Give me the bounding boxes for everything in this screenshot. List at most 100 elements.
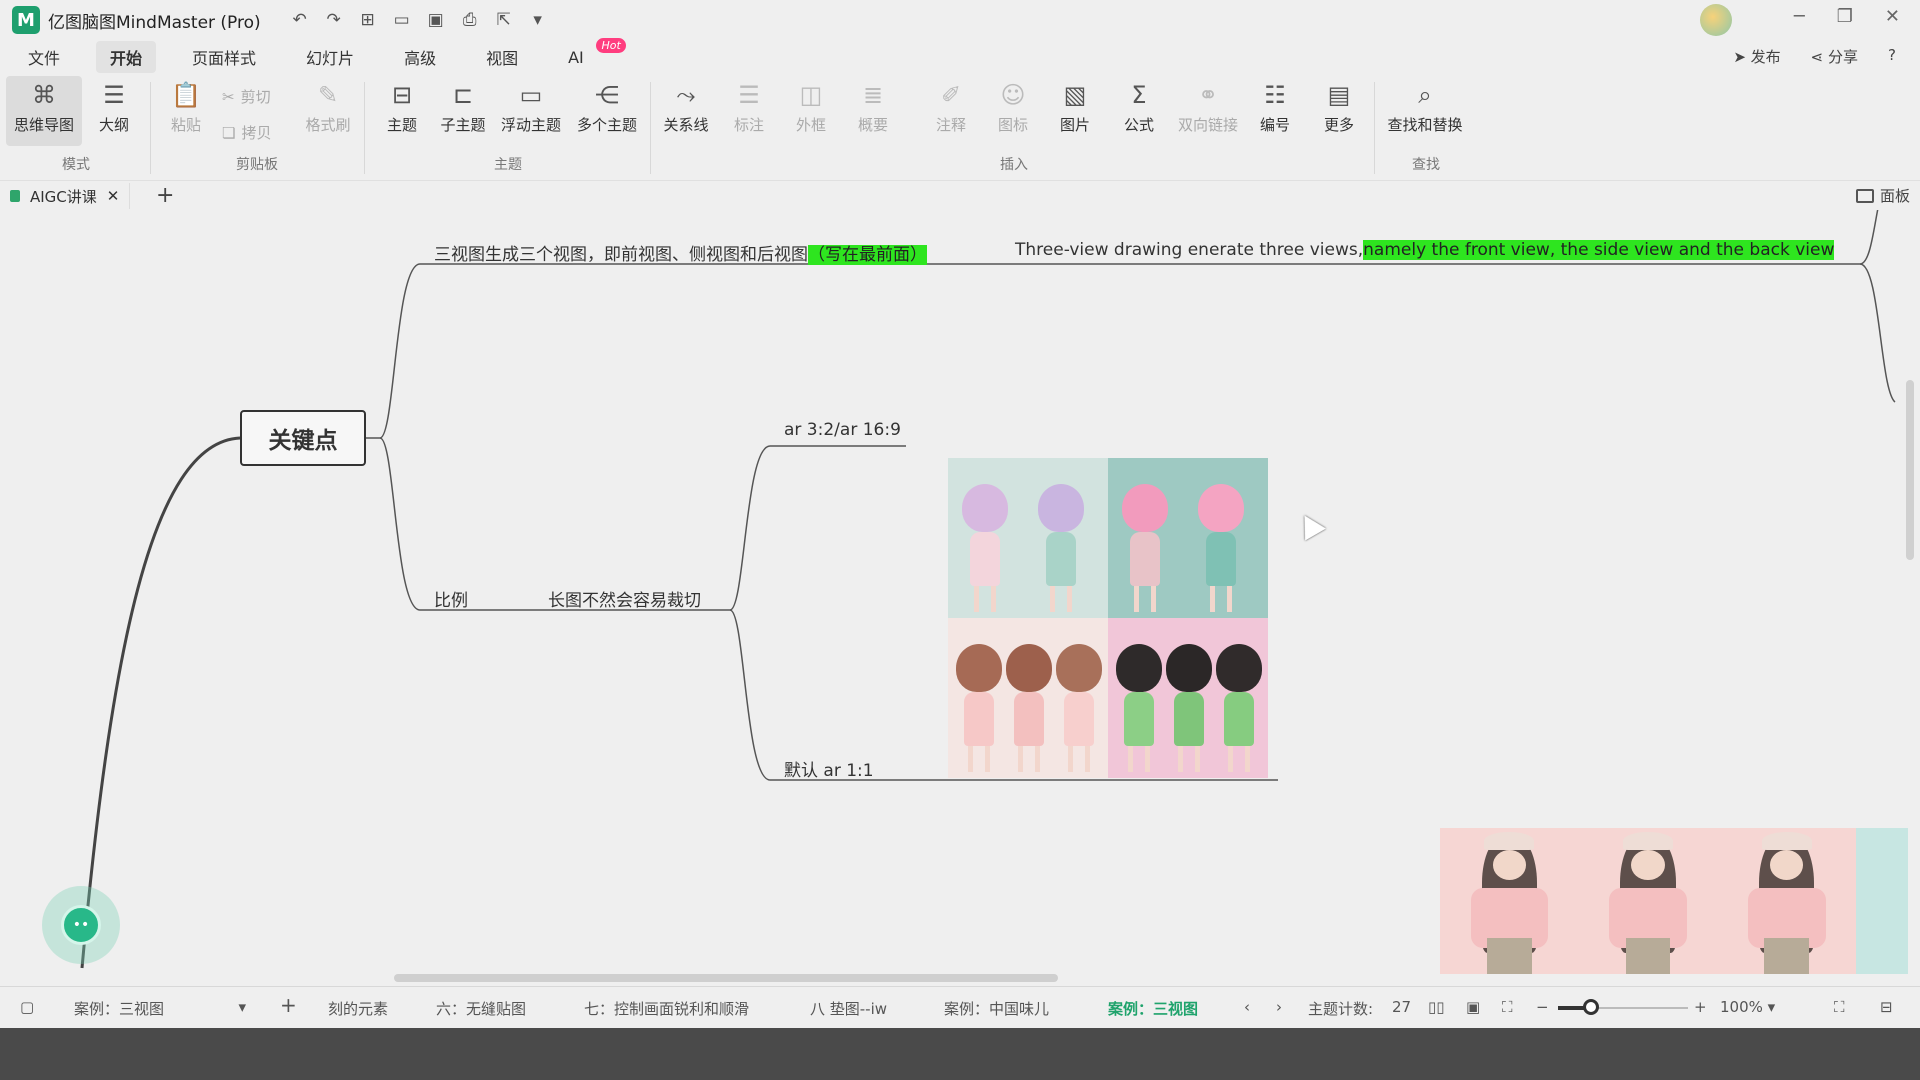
add-sheet-button[interactable]: + [280, 993, 297, 1017]
floating-topic-label: 浮动主题 [500, 116, 561, 134]
summary-button[interactable]: ≣ 概要 [852, 76, 894, 146]
group-label-clipboard: 剪贴板 [236, 157, 278, 173]
relation-button[interactable]: ⤳ 关系线 [660, 76, 712, 146]
floating-topic-button[interactable]: ▭ 浮动主题 [498, 76, 564, 146]
status-bar: ▢ 案例：三视图 ▾ + 刻的元素 六：无缝贴图 七：控制画面锐利和顺滑 八 垫… [0, 986, 1920, 1028]
menu-bar: 文件 开始 页面样式 幻灯片 高级 视图 AI Hot ➤ 发布 ⋖ 分享 ? [0, 37, 1920, 73]
redo-icon[interactable]: ↷ [323, 10, 345, 30]
sheet-tab[interactable]: 七：控制画面锐利和顺滑 [584, 998, 749, 1019]
callout-button[interactable]: ☰ 标注 [728, 76, 770, 146]
multi-topic-button[interactable]: ⋲ 多个主题 [574, 76, 640, 146]
numbering-button[interactable]: ☷ 编号 [1254, 76, 1296, 146]
copy-button[interactable]: ❏ 拷贝 [222, 122, 271, 143]
sheet-tab[interactable]: 八 垫图--iw [810, 998, 887, 1019]
quick-access-toolbar: ↶ ↷ ⊞ ▭ ▣ ⎙ ⇱ ▾ [289, 10, 549, 30]
mindmap-mode-button[interactable]: ⌘ 思维导图 [6, 76, 82, 146]
save-icon[interactable]: ▣ [425, 10, 447, 30]
close-icon[interactable]: ✕ [1885, 6, 1900, 27]
sheet-tab[interactable]: 案例：中国味儿 [944, 998, 1049, 1019]
cut-button[interactable]: ✂ 剪切 [222, 86, 271, 107]
minimize-icon[interactable]: ─ [1794, 6, 1805, 27]
chevron-down-icon: ▾ [238, 998, 246, 1016]
image-button[interactable]: ▧ 图片 [1054, 76, 1096, 146]
bilink-button[interactable]: ⚭ 双向链接 [1174, 76, 1242, 146]
collapse-icon[interactable]: ⊟ [1880, 998, 1893, 1016]
boundary-button[interactable]: ◫ 外框 [790, 76, 832, 146]
paste-button[interactable]: 📋 粘贴 [166, 76, 206, 146]
tab-advanced[interactable]: 高级 [390, 41, 450, 73]
tab-slides[interactable]: 幻灯片 [292, 41, 368, 73]
zoom-level[interactable]: 100% ▾ [1720, 998, 1775, 1016]
format-painter-button[interactable]: ✎ 格式刷 [300, 76, 356, 146]
tab-file[interactable]: 文件 [14, 41, 74, 73]
find-replace-label: 查找和替换 [1387, 116, 1463, 134]
topic-three-view-en[interactable]: Three-view drawing enerate three views,n… [1015, 240, 1835, 260]
note-button[interactable]: ✐ 注释 [930, 76, 972, 146]
horizontal-scrollbar[interactable] [394, 974, 1058, 982]
root-topic[interactable]: 关键点 [240, 410, 366, 466]
topic-ratio[interactable]: 比例 [434, 586, 468, 611]
fullscreen-icon[interactable]: ⛶ [1834, 998, 1845, 1016]
book-view-icon[interactable]: ▯▯ [1428, 998, 1445, 1016]
new-icon[interactable]: ⊞ [357, 10, 379, 30]
print-icon[interactable]: ⎙ [459, 10, 481, 30]
sheet-select[interactable]: 案例：三视图 ▾ [74, 998, 246, 1019]
bot-icon: •• [61, 905, 101, 945]
tab-home[interactable]: 开始 [96, 41, 157, 73]
page-view-icon[interactable]: ▣ [1466, 998, 1480, 1016]
help-icon[interactable]: ? [1888, 46, 1896, 67]
sheet-tab[interactable]: 刻的元素 [328, 998, 388, 1019]
link-icon: ⚭ [1197, 81, 1219, 109]
panel-icon [1855, 188, 1874, 203]
tab-page-style[interactable]: 页面样式 [178, 41, 270, 73]
preview-image-strip[interactable] [1440, 828, 1909, 974]
tab-view[interactable]: 视图 [472, 41, 532, 73]
share-button[interactable]: ⋖ 分享 [1811, 46, 1858, 67]
subtopic-button[interactable]: ⊏ 子主题 [436, 76, 490, 146]
undo-icon[interactable]: ↶ [289, 10, 311, 30]
user-avatar[interactable] [1700, 4, 1732, 36]
panel-toggle-button[interactable]: 面板 [1855, 185, 1910, 206]
topic-three-view[interactable]: 三视图生成三个视图，即前视图、侧视图和后视图（写在最前面） [434, 240, 927, 265]
boundary-label: 外框 [795, 116, 826, 134]
topic-button[interactable]: ⊟ 主题 [382, 76, 422, 146]
tab-ai[interactable]: AI Hot [554, 37, 626, 71]
zoom-in-icon[interactable]: + [1694, 998, 1707, 1016]
zoom-slider-knob[interactable] [1583, 999, 1599, 1015]
sidebar-toggle-icon[interactable]: ▢ [20, 998, 34, 1016]
document-tab[interactable]: AIGC讲课 ✕ [10, 183, 131, 209]
sheet-tab[interactable]: 六：无缝贴图 [436, 998, 526, 1019]
copy-icon: ❏ [222, 123, 236, 142]
add-tab-button[interactable]: + [156, 183, 174, 208]
zoom-out-icon[interactable]: − [1536, 998, 1549, 1016]
sheet-tab-active[interactable]: 案例：三视图 [1108, 998, 1198, 1019]
restore-icon[interactable]: ❐ [1837, 6, 1853, 27]
export-icon[interactable]: ⇱ [493, 10, 515, 30]
prev-sheet-icon[interactable]: ‹ [1244, 998, 1250, 1016]
ribbon-divider [650, 82, 651, 174]
close-tab-icon[interactable]: ✕ [107, 187, 120, 205]
more-icon[interactable]: ▾ [527, 10, 549, 30]
topic-default-ratio[interactable]: 默认 ar 1:1 [784, 756, 874, 781]
formula-button[interactable]: Σ 公式 [1118, 76, 1160, 146]
vertical-scrollbar[interactable] [1906, 380, 1914, 560]
find-replace-button[interactable]: ⌕ 查找和替换 [1384, 76, 1466, 146]
topic-aspect-ratio[interactable]: ar 3:2/ar 16:9 [784, 420, 901, 440]
icon-button[interactable]: ☺ 图标 [992, 76, 1034, 146]
fit-view-icon[interactable]: ⛶ [1502, 998, 1513, 1016]
topic-long-image[interactable]: 长图不然会容易裁切 [548, 586, 701, 611]
outline-icon: ☰ [103, 81, 125, 109]
more-button[interactable]: ▤ 更多 [1318, 76, 1360, 146]
multi-topic-label: 多个主题 [576, 116, 637, 134]
assistant-bot-button[interactable]: •• [42, 886, 120, 964]
outline-mode-button[interactable]: ☰ 大纲 [92, 76, 136, 146]
mindmap-canvas[interactable]: 三视图生成三个视图，即前视图、侧视图和后视图（写在最前面） Three-view… [0, 210, 1920, 986]
next-sheet-icon[interactable]: › [1276, 998, 1282, 1016]
publish-button[interactable]: ➤ 发布 [1733, 46, 1780, 67]
open-icon[interactable]: ▭ [391, 10, 413, 30]
find-icon: ⌕ [1418, 81, 1432, 109]
character-image[interactable] [948, 458, 1268, 778]
document-tab-bar: AIGC讲课 ✕ + 面板 [0, 180, 1920, 210]
preview-image [1717, 828, 1857, 974]
numbering-label: 编号 [1259, 116, 1290, 134]
